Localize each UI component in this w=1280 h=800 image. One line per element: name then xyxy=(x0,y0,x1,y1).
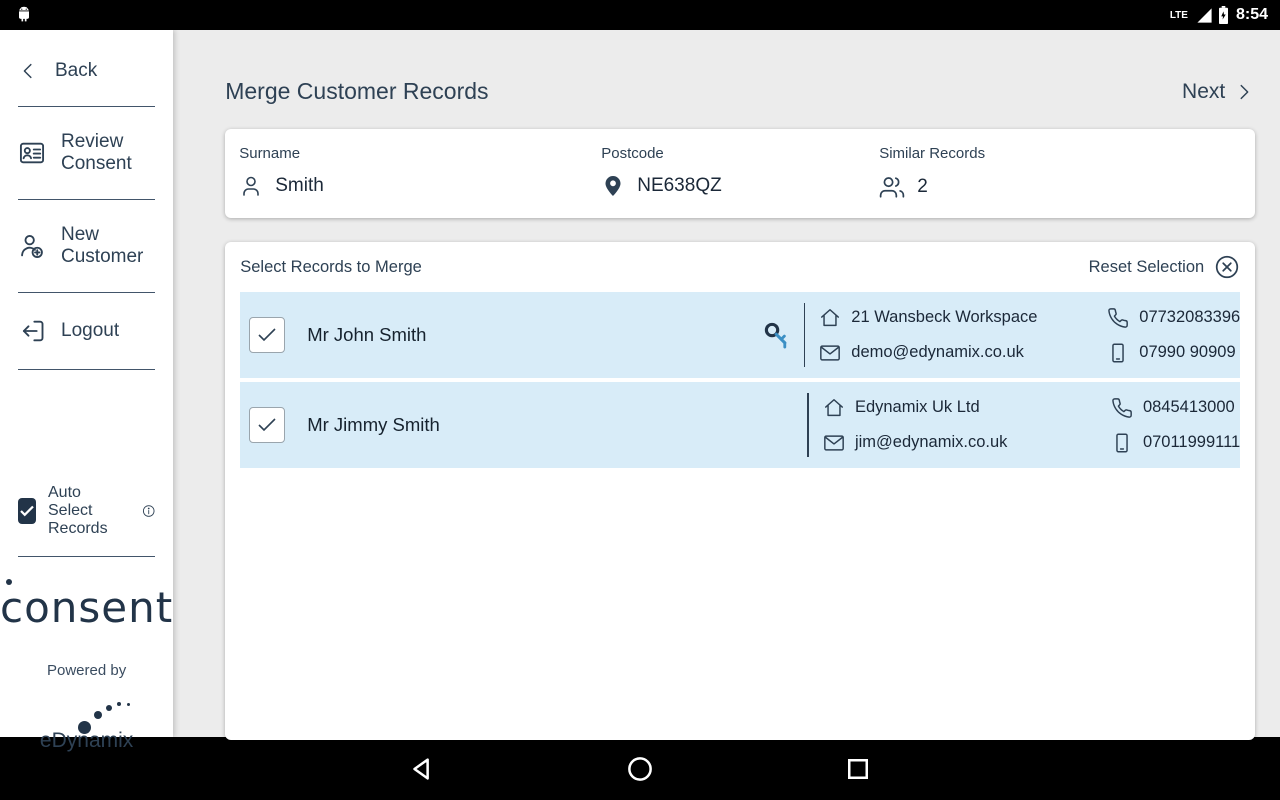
email-icon xyxy=(819,342,841,364)
phone-icon xyxy=(1107,307,1129,329)
network-label: LTE xyxy=(1170,10,1188,21)
record-mobile: 07990 90909 xyxy=(1139,343,1235,362)
signal-icon xyxy=(1196,7,1213,24)
location-pin-icon xyxy=(601,174,625,198)
info-icon[interactable] xyxy=(142,499,155,523)
record-name: Mr Jimmy Smith xyxy=(307,414,753,436)
record-checkbox[interactable] xyxy=(249,317,285,353)
surname-label: Surname xyxy=(239,145,601,162)
review-consent-icon xyxy=(18,139,46,167)
home-icon xyxy=(823,397,845,419)
key-icon xyxy=(760,318,794,352)
auto-select-label: Auto Select Records xyxy=(48,484,130,538)
record-phone: 0845413000 xyxy=(1143,398,1235,417)
record-checkbox[interactable] xyxy=(249,407,285,443)
sidebar: Back Review Consent New Customer xyxy=(0,30,173,737)
home-icon xyxy=(819,307,841,329)
nav-recents-button[interactable] xyxy=(843,754,873,784)
sidebar-item-logout[interactable]: Logout xyxy=(0,293,173,369)
sidebar-item-label: Review Consent xyxy=(61,131,155,175)
nav-home-button[interactable] xyxy=(625,754,655,784)
clock: 8:54 xyxy=(1236,6,1268,24)
record-email: jim@edynamix.co.uk xyxy=(855,433,1007,452)
main-content: Merge Customer Records Next Surname Smit… xyxy=(173,30,1280,737)
nav-back-button[interactable] xyxy=(407,754,437,784)
check-icon xyxy=(255,413,279,437)
divider xyxy=(18,556,155,557)
phone-icon xyxy=(1111,397,1133,419)
status-bar: LTE 8:54 xyxy=(0,0,1280,30)
record-address: Edynamix Uk Ltd xyxy=(855,398,980,417)
record-address: 21 Wansbeck Workspace xyxy=(851,308,1037,327)
powered-by-label: Powered by xyxy=(0,662,173,679)
similar-records-value: 2 xyxy=(917,176,928,198)
record-name: Mr John Smith xyxy=(307,324,750,346)
consent-logo: consent xyxy=(0,583,173,632)
postcode-value: NE638QZ xyxy=(637,175,721,197)
postcode-label: Postcode xyxy=(601,145,879,162)
user-icon xyxy=(239,174,263,198)
mobile-icon xyxy=(1107,342,1129,364)
surname-value: Smith xyxy=(275,175,324,197)
sidebar-item-label: New Customer xyxy=(61,224,155,268)
battery-icon xyxy=(1218,6,1229,24)
divider xyxy=(807,393,809,457)
android-nav-bar xyxy=(0,737,1280,800)
users-icon xyxy=(879,174,905,200)
email-icon xyxy=(823,432,845,454)
new-customer-icon xyxy=(18,232,46,260)
next-label: Next xyxy=(1182,80,1225,104)
sidebar-item-new-customer[interactable]: New Customer xyxy=(0,200,173,292)
reset-selection-button[interactable]: Reset Selection xyxy=(1089,254,1241,280)
record-row[interactable]: Mr Jimmy Smith Edynamix Uk Ltd 084541300… xyxy=(240,382,1240,468)
logout-icon xyxy=(18,317,46,345)
sidebar-item-label: Logout xyxy=(61,320,119,342)
mobile-icon xyxy=(1111,432,1133,454)
page-title: Merge Customer Records xyxy=(225,78,488,105)
records-card: Select Records to Merge Reset Selection … xyxy=(225,242,1255,740)
chevron-left-icon xyxy=(18,60,40,82)
similar-records-label: Similar Records xyxy=(879,145,1241,162)
sidebar-item-review-consent[interactable]: Review Consent xyxy=(0,107,173,199)
close-circle-icon xyxy=(1214,254,1240,280)
logo-dot xyxy=(6,579,12,585)
divider xyxy=(18,369,155,370)
check-icon xyxy=(18,502,36,520)
edynamix-logo: eDynamix xyxy=(0,707,173,737)
android-icon xyxy=(14,3,34,28)
chevron-right-icon xyxy=(1233,81,1255,103)
record-mobile: 07011999111 xyxy=(1143,433,1240,452)
back-button[interactable]: Back xyxy=(0,30,173,106)
auto-select-checkbox[interactable] xyxy=(18,498,36,524)
check-icon xyxy=(255,323,279,347)
record-email: demo@edynamix.co.uk xyxy=(851,343,1024,362)
search-summary-card: Surname Smith Postcode NE638QZ Similar R… xyxy=(225,129,1255,218)
back-label: Back xyxy=(55,60,97,82)
record-phone: 07732083396 xyxy=(1139,308,1240,327)
record-row[interactable]: Mr John Smith 21 Wansbeck Workspace xyxy=(240,292,1240,378)
records-title: Select Records to Merge xyxy=(240,258,422,277)
divider xyxy=(804,303,806,367)
next-button[interactable]: Next xyxy=(1182,80,1255,104)
reset-selection-label: Reset Selection xyxy=(1089,258,1205,277)
